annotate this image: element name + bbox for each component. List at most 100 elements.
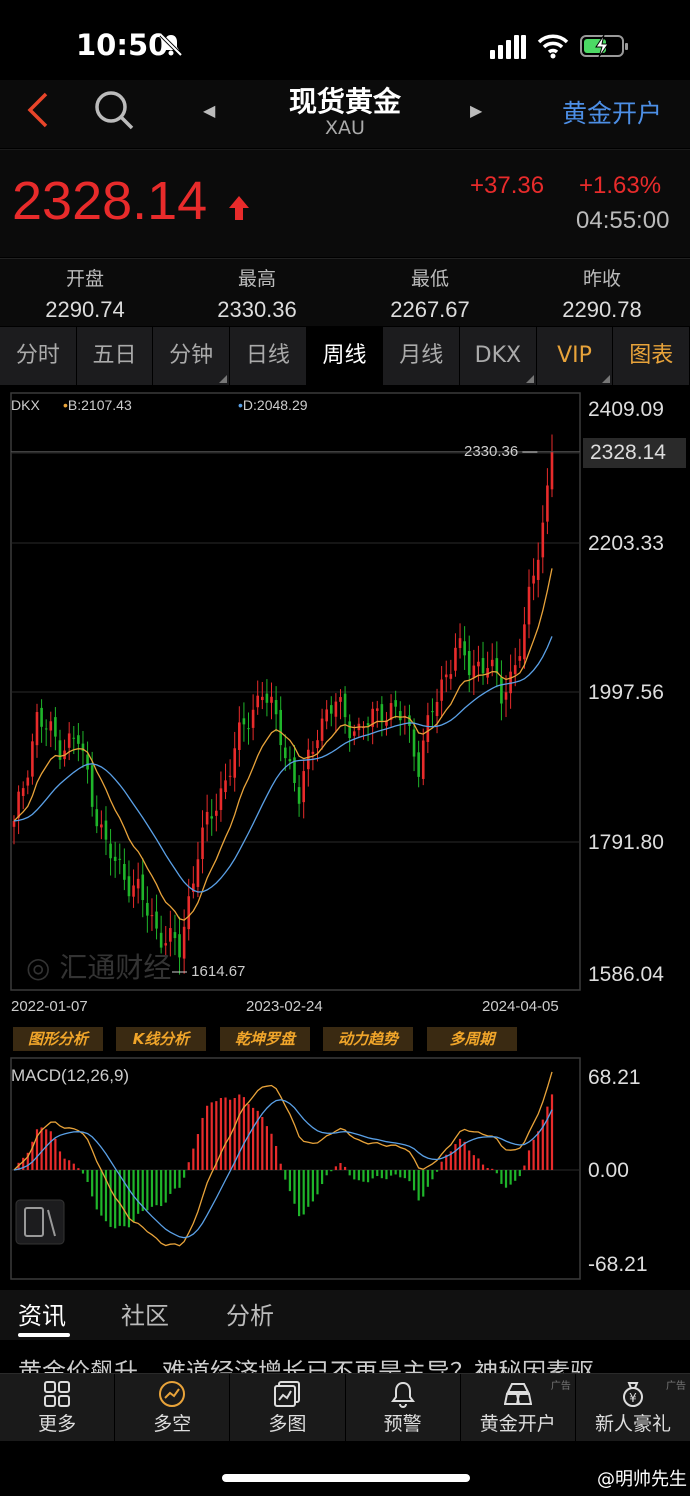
gold-account-label: 黄金开户	[479, 1413, 556, 1435]
ad-tag: 广告	[666, 1381, 687, 1392]
candle-body	[201, 827, 204, 860]
candle-body	[490, 659, 494, 667]
more-button[interactable]: 更多	[0, 1374, 116, 1441]
home-indicator[interactable]	[222, 1474, 470, 1482]
legend-d: •D:2048.29	[238, 397, 308, 413]
candle-body	[90, 765, 94, 807]
candle-body	[270, 696, 273, 703]
tab-community[interactable]: 社区	[121, 1296, 169, 1331]
tab-analysis[interactable]: 分析	[226, 1296, 274, 1331]
macd-bars-group	[17, 1094, 554, 1229]
tab-five-day[interactable]: 五日	[77, 327, 154, 385]
long-short-button[interactable]: 多空	[115, 1374, 231, 1441]
candle-body	[523, 624, 526, 660]
price-change: +37.36	[470, 172, 545, 199]
gold-bars-icon	[503, 1383, 532, 1405]
y-tick-label: 2409.09	[588, 398, 664, 421]
candle-body	[431, 711, 434, 713]
tab-chart-type[interactable]: 图表	[613, 327, 690, 385]
tab-weekly[interactable]: 周线	[306, 327, 384, 385]
candle-body	[339, 697, 342, 702]
y-tick-label: 1586.04	[588, 963, 664, 986]
tab-daily[interactable]: 日线	[230, 327, 307, 385]
legend-b: •B:2107.43	[63, 397, 132, 413]
macd-tick-label: 0.00	[588, 1159, 629, 1182]
tab-news[interactable]: 资讯	[18, 1296, 66, 1331]
money-bag-icon: ¥	[622, 1382, 643, 1407]
candle-body	[444, 674, 448, 678]
macd-frame	[10, 1057, 581, 1280]
candle-body	[398, 711, 402, 721]
multi-period-button[interactable]: 多周期	[427, 1027, 517, 1051]
candle-body	[352, 731, 356, 736]
gold-account-button[interactable]: 广告 黄金开户	[461, 1374, 576, 1441]
next-instrument-icon[interactable]: ▶	[470, 101, 482, 120]
candle-body	[435, 701, 439, 717]
candle-body	[35, 712, 39, 746]
candle-body	[67, 733, 71, 748]
compass-button[interactable]: 乾坤罗盘	[220, 1027, 310, 1051]
candle-body	[513, 665, 517, 675]
candle-body	[541, 522, 545, 558]
candle-body	[26, 777, 30, 786]
pattern-analysis-button[interactable]: 图形分析	[13, 1027, 103, 1051]
candle-body	[178, 934, 181, 958]
kline-analysis-button[interactable]: K线分析	[116, 1027, 206, 1051]
candle-body	[334, 701, 338, 717]
open-account-link[interactable]: 黄金开户	[562, 94, 662, 130]
candle-body	[454, 647, 457, 671]
status-time: 10:50	[76, 28, 169, 62]
candle-body	[155, 911, 158, 929]
x-date-label: 2023-02-24	[246, 998, 323, 1015]
x-date-label: 2022-01-07	[11, 998, 88, 1015]
candle-body	[311, 751, 315, 754]
dkx-d-line	[13, 636, 553, 893]
candle-body	[527, 586, 531, 625]
tab-minute[interactable]: 分钟	[153, 327, 231, 385]
content-tabs	[0, 1290, 690, 1340]
grid-icon	[44, 1381, 71, 1407]
tab-dkx[interactable]: DKX	[460, 327, 537, 385]
dropdown-corner-icon	[219, 375, 228, 383]
candle-body	[380, 704, 384, 723]
candle-body	[477, 661, 480, 667]
candle-body	[320, 718, 324, 741]
stat-low: 最低 2267.67	[390, 268, 470, 322]
candle-body	[279, 709, 283, 746]
candle-body	[495, 658, 499, 674]
candle-body	[536, 559, 540, 580]
tab-monthly[interactable]: 月线	[383, 327, 461, 385]
quote-time: 04:55:00	[576, 207, 670, 234]
candle-body	[196, 859, 200, 887]
alert-button[interactable]: 预警	[346, 1374, 461, 1441]
candle-body	[100, 824, 103, 828]
up-arrow-icon	[229, 196, 249, 220]
ad-tag: 广告	[550, 1381, 571, 1392]
candle-body	[104, 820, 108, 840]
dropdown-corner-icon	[602, 375, 611, 383]
candle-body	[426, 715, 430, 742]
kline-chart[interactable]	[0, 385, 690, 1290]
candle-body	[394, 700, 397, 707]
candle-body	[127, 876, 131, 897]
more-label: 更多	[38, 1413, 77, 1435]
candle-body	[113, 856, 117, 861]
y-tick-label: 2203.33	[588, 532, 664, 555]
candle-body	[21, 788, 25, 796]
candle-body	[256, 695, 260, 708]
candle-body	[325, 709, 328, 722]
drawing-tool-icon[interactable]	[15, 1199, 65, 1245]
candle-body	[49, 721, 53, 731]
momentum-button[interactable]: 动力趋势	[323, 1027, 413, 1051]
multi-chart-button[interactable]: 多图	[230, 1374, 346, 1441]
candles-group	[11, 434, 580, 975]
tab-intraday[interactable]: 分时	[0, 327, 77, 385]
tab-vip[interactable]: VIP	[537, 327, 614, 385]
alert-label: 预警	[383, 1413, 422, 1435]
candle-body	[132, 885, 135, 897]
newbie-gift-button[interactable]: 广告 ¥ 新人豪礼	[576, 1374, 690, 1441]
candle-body	[467, 650, 471, 676]
candle-body	[366, 723, 370, 726]
candle-body	[136, 878, 140, 889]
candle-body	[77, 735, 80, 744]
